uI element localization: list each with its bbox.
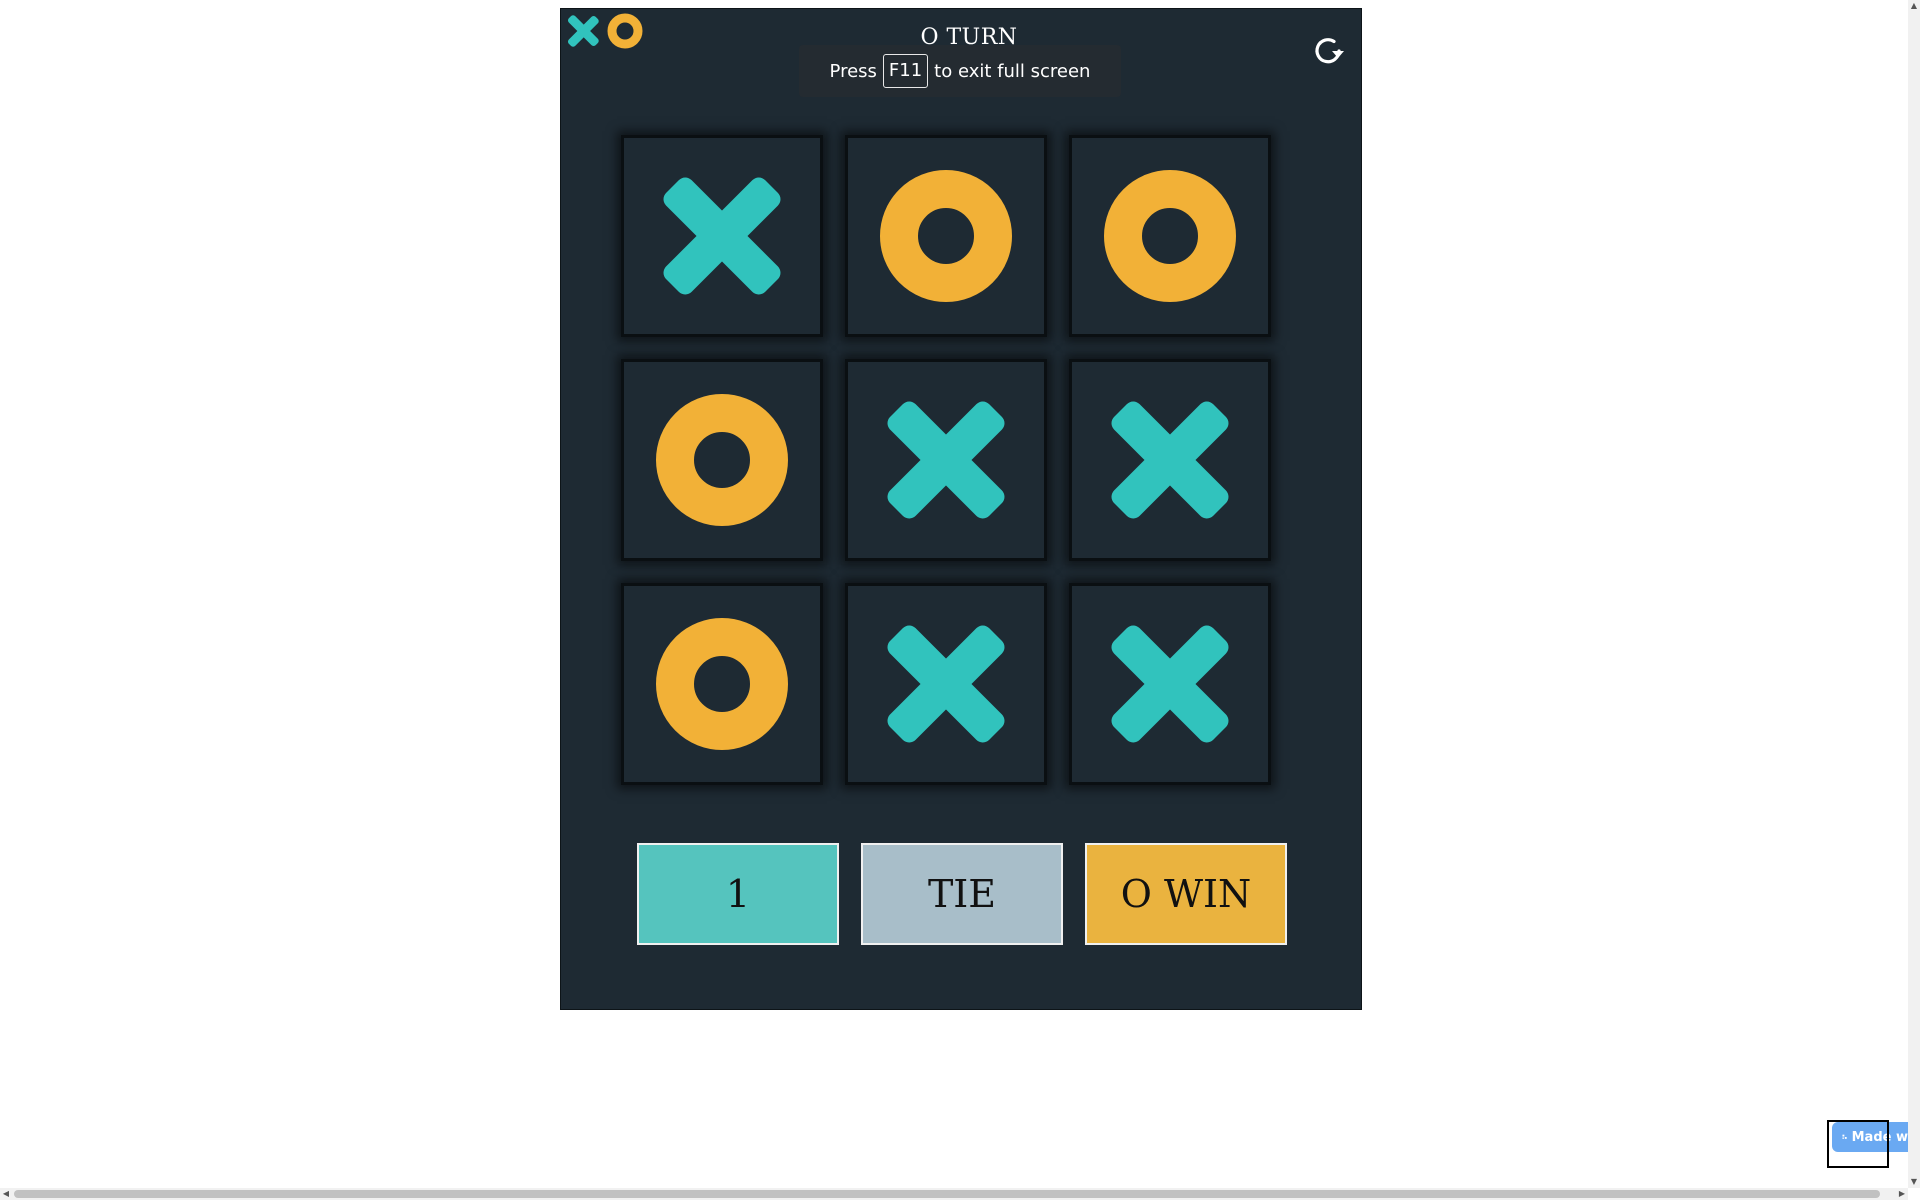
x-score-value: 1 bbox=[725, 872, 751, 916]
tie-label: TIE bbox=[927, 872, 997, 916]
page-viewport: O TURN Press F11 to exit full screen 1 T… bbox=[0, 0, 1908, 1188]
x-mark-icon bbox=[1111, 625, 1229, 743]
board-cell[interactable] bbox=[621, 583, 823, 785]
scroll-up-arrow-icon[interactable]: ▲ bbox=[1908, 0, 1920, 12]
board-cell[interactable] bbox=[1069, 583, 1271, 785]
toast-rest-text: to exit full screen bbox=[934, 60, 1091, 82]
board-cell[interactable] bbox=[1069, 135, 1271, 337]
o-mark-icon bbox=[1104, 170, 1236, 302]
scroll-down-arrow-icon[interactable]: ▼ bbox=[1908, 1176, 1920, 1188]
fullscreen-toast: Press F11 to exit full screen bbox=[799, 45, 1121, 97]
board-cell[interactable] bbox=[845, 583, 1047, 785]
vertical-scrollbar[interactable]: ▲ ▼ bbox=[1908, 0, 1920, 1188]
game-container: O TURN Press F11 to exit full screen 1 T… bbox=[560, 8, 1362, 1010]
horizontal-scroll-thumb[interactable] bbox=[14, 1190, 1880, 1198]
toast-key: F11 bbox=[882, 54, 929, 88]
scroll-right-arrow-icon[interactable]: ▶ bbox=[1896, 1188, 1908, 1200]
restart-icon[interactable] bbox=[1308, 31, 1348, 71]
board-cell[interactable] bbox=[845, 359, 1047, 561]
board-cell[interactable] bbox=[845, 135, 1047, 337]
o-mark-icon bbox=[656, 394, 788, 526]
x-score-box: 1 bbox=[637, 843, 839, 945]
horizontal-scrollbar[interactable]: ◀ ▶ bbox=[0, 1188, 1908, 1200]
x-mark-icon bbox=[887, 401, 1005, 519]
o-mark-icon bbox=[880, 170, 1012, 302]
board-cell[interactable] bbox=[621, 359, 823, 561]
board-cell[interactable] bbox=[1069, 359, 1271, 561]
x-mark-icon bbox=[887, 625, 1005, 743]
x-mark-icon bbox=[1111, 401, 1229, 519]
o-win-label: O WIN bbox=[1120, 872, 1252, 916]
scroll-left-arrow-icon[interactable]: ◀ bbox=[0, 1188, 12, 1200]
tie-score-box: TIE bbox=[861, 843, 1063, 945]
x-mark-icon bbox=[663, 177, 781, 295]
board-cell[interactable] bbox=[621, 135, 823, 337]
toast-press-text: Press bbox=[829, 60, 877, 82]
o-score-box: O WIN bbox=[1085, 843, 1287, 945]
badge-focus-outline bbox=[1827, 1120, 1889, 1168]
o-mark-icon bbox=[656, 618, 788, 750]
